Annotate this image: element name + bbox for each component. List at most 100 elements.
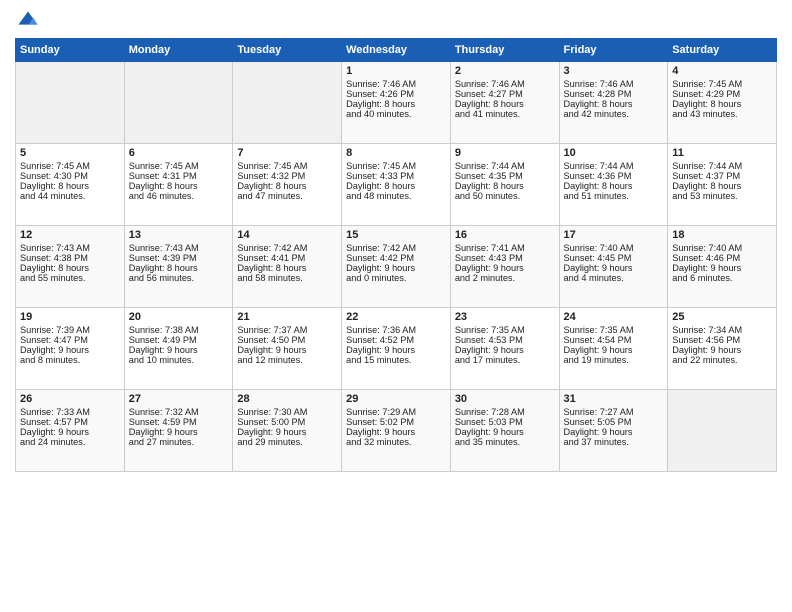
cell-line: and 43 minutes. xyxy=(672,109,772,119)
cell-line: Sunset: 4:50 PM xyxy=(237,335,337,345)
day-number: 7 xyxy=(237,147,337,159)
cell-line: Daylight: 8 hours xyxy=(20,181,120,191)
cell-line: and 56 minutes. xyxy=(129,273,229,283)
cell-line: Sunset: 4:36 PM xyxy=(564,171,664,181)
cell-line: Sunset: 4:57 PM xyxy=(20,417,120,427)
calendar-cell: 23Sunrise: 7:35 AMSunset: 4:53 PMDayligh… xyxy=(450,308,559,390)
calendar-cell: 21Sunrise: 7:37 AMSunset: 4:50 PMDayligh… xyxy=(233,308,342,390)
cell-line: Daylight: 8 hours xyxy=(129,263,229,273)
cell-line: Sunrise: 7:42 AM xyxy=(346,243,446,253)
cell-line: Daylight: 9 hours xyxy=(455,263,555,273)
cell-line: Sunset: 5:00 PM xyxy=(237,417,337,427)
cell-line: Sunset: 4:38 PM xyxy=(20,253,120,263)
cell-line: Sunrise: 7:46 AM xyxy=(455,79,555,89)
calendar-cell: 28Sunrise: 7:30 AMSunset: 5:00 PMDayligh… xyxy=(233,390,342,472)
cell-line: Sunrise: 7:45 AM xyxy=(237,161,337,171)
calendar-cell: 27Sunrise: 7:32 AMSunset: 4:59 PMDayligh… xyxy=(124,390,233,472)
cell-line: and 55 minutes. xyxy=(20,273,120,283)
cell-line: and 27 minutes. xyxy=(129,437,229,447)
cell-line: Sunset: 4:39 PM xyxy=(129,253,229,263)
calendar-cell: 25Sunrise: 7:34 AMSunset: 4:56 PMDayligh… xyxy=(668,308,777,390)
weekday-header: Thursday xyxy=(450,39,559,62)
logo xyxy=(15,10,39,30)
calendar-container: SundayMondayTuesdayWednesdayThursdayFrid… xyxy=(0,0,792,612)
cell-line: Sunset: 4:56 PM xyxy=(672,335,772,345)
cell-line: Sunset: 5:03 PM xyxy=(455,417,555,427)
cell-line: Sunset: 4:53 PM xyxy=(455,335,555,345)
day-number: 16 xyxy=(455,229,555,241)
header xyxy=(15,10,777,30)
weekday-header: Saturday xyxy=(668,39,777,62)
day-number: 24 xyxy=(564,311,664,323)
day-number: 31 xyxy=(564,393,664,405)
cell-line: and 29 minutes. xyxy=(237,437,337,447)
cell-line: Sunrise: 7:34 AM xyxy=(672,325,772,335)
cell-line: Daylight: 8 hours xyxy=(672,99,772,109)
cell-line: and 46 minutes. xyxy=(129,191,229,201)
day-number: 9 xyxy=(455,147,555,159)
cell-line: Sunrise: 7:45 AM xyxy=(20,161,120,171)
calendar-cell: 11Sunrise: 7:44 AMSunset: 4:37 PMDayligh… xyxy=(668,144,777,226)
cell-line: Sunset: 4:28 PM xyxy=(564,89,664,99)
cell-line: and 6 minutes. xyxy=(672,273,772,283)
cell-line: Sunrise: 7:27 AM xyxy=(564,407,664,417)
cell-line: and 37 minutes. xyxy=(564,437,664,447)
day-number: 8 xyxy=(346,147,446,159)
day-number: 13 xyxy=(129,229,229,241)
cell-line: Sunset: 4:42 PM xyxy=(346,253,446,263)
day-number: 4 xyxy=(672,65,772,77)
cell-line: Daylight: 9 hours xyxy=(237,427,337,437)
cell-line: and 10 minutes. xyxy=(129,355,229,365)
cell-line: and 40 minutes. xyxy=(346,109,446,119)
cell-line: Sunrise: 7:44 AM xyxy=(455,161,555,171)
cell-line: Sunrise: 7:41 AM xyxy=(455,243,555,253)
cell-line: Daylight: 9 hours xyxy=(129,345,229,355)
day-number: 1 xyxy=(346,65,446,77)
day-number: 27 xyxy=(129,393,229,405)
calendar-cell: 7Sunrise: 7:45 AMSunset: 4:32 PMDaylight… xyxy=(233,144,342,226)
day-number: 6 xyxy=(129,147,229,159)
calendar-cell: 19Sunrise: 7:39 AMSunset: 4:47 PMDayligh… xyxy=(16,308,125,390)
calendar-cell: 10Sunrise: 7:44 AMSunset: 4:36 PMDayligh… xyxy=(559,144,668,226)
cell-line: and 32 minutes. xyxy=(346,437,446,447)
cell-line: Daylight: 9 hours xyxy=(455,427,555,437)
cell-line: and 2 minutes. xyxy=(455,273,555,283)
cell-line: Sunset: 4:32 PM xyxy=(237,171,337,181)
calendar-header: SundayMondayTuesdayWednesdayThursdayFrid… xyxy=(16,39,777,62)
calendar-cell: 1Sunrise: 7:46 AMSunset: 4:26 PMDaylight… xyxy=(342,62,451,144)
cell-line: Sunrise: 7:44 AM xyxy=(564,161,664,171)
day-number: 5 xyxy=(20,147,120,159)
calendar-cell: 30Sunrise: 7:28 AMSunset: 5:03 PMDayligh… xyxy=(450,390,559,472)
cell-line: Sunrise: 7:40 AM xyxy=(564,243,664,253)
day-number: 3 xyxy=(564,65,664,77)
calendar-cell: 24Sunrise: 7:35 AMSunset: 4:54 PMDayligh… xyxy=(559,308,668,390)
cell-line: Sunrise: 7:32 AM xyxy=(129,407,229,417)
cell-line: Sunset: 4:47 PM xyxy=(20,335,120,345)
cell-line: and 12 minutes. xyxy=(237,355,337,365)
cell-line: Daylight: 9 hours xyxy=(129,427,229,437)
calendar-body: 1Sunrise: 7:46 AMSunset: 4:26 PMDaylight… xyxy=(16,62,777,472)
cell-line: and 53 minutes. xyxy=(672,191,772,201)
cell-line: and 19 minutes. xyxy=(564,355,664,365)
weekday-header: Monday xyxy=(124,39,233,62)
calendar-cell: 14Sunrise: 7:42 AMSunset: 4:41 PMDayligh… xyxy=(233,226,342,308)
cell-line: Sunrise: 7:35 AM xyxy=(564,325,664,335)
cell-line: and 0 minutes. xyxy=(346,273,446,283)
cell-line: Sunset: 4:37 PM xyxy=(672,171,772,181)
calendar-cell xyxy=(16,62,125,144)
cell-line: Daylight: 8 hours xyxy=(672,181,772,191)
cell-line: Sunrise: 7:29 AM xyxy=(346,407,446,417)
cell-line: Sunset: 4:29 PM xyxy=(672,89,772,99)
cell-line: Sunrise: 7:35 AM xyxy=(455,325,555,335)
cell-line: and 17 minutes. xyxy=(455,355,555,365)
cell-line: Daylight: 9 hours xyxy=(237,345,337,355)
cell-line: and 58 minutes. xyxy=(237,273,337,283)
cell-line: and 48 minutes. xyxy=(346,191,446,201)
weekday-header: Sunday xyxy=(16,39,125,62)
weekday-header: Wednesday xyxy=(342,39,451,62)
cell-line: Daylight: 9 hours xyxy=(20,345,120,355)
weekday-header: Tuesday xyxy=(233,39,342,62)
day-number: 30 xyxy=(455,393,555,405)
cell-line: and 4 minutes. xyxy=(564,273,664,283)
cell-line: and 42 minutes. xyxy=(564,109,664,119)
